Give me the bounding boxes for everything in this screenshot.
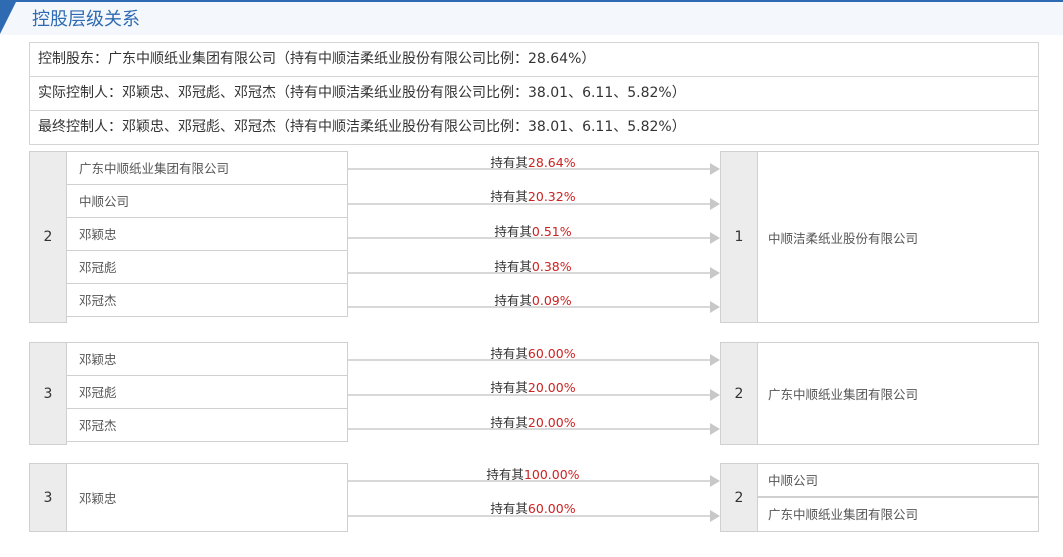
arrow-head-icon	[710, 475, 720, 487]
holder-item[interactable]: 邓冠彪	[66, 375, 348, 409]
holder-list: 邓颖忠 邓冠彪 邓冠杰	[66, 342, 348, 442]
control-summary: 控制股东：广东中顺纸业集团有限公司（持有中顺洁柔纸业股份有限公司比例：28.64…	[29, 42, 1039, 145]
holding-arrow	[348, 510, 720, 522]
holder-item[interactable]: 邓冠彪	[66, 250, 348, 284]
holding-arrow	[348, 267, 720, 279]
arrow-head-icon	[710, 301, 720, 313]
target-level: 2	[720, 463, 758, 532]
holder-level: 3	[29, 463, 67, 532]
section-title: 控股层级关系	[32, 9, 140, 30]
hierarchy-block-2: 3 邓颖忠 邓冠彪 邓冠杰 持有其60.00% 持有其20.00% 持有其20.…	[29, 342, 1039, 445]
arrow-head-icon	[710, 423, 720, 435]
holding-arrow	[348, 475, 720, 487]
holding-arrow	[348, 301, 720, 313]
holding-arrow	[348, 232, 720, 244]
holder-item[interactable]: 中顺公司	[66, 184, 348, 218]
holder-item[interactable]: 广东中顺纸业集团有限公司	[66, 151, 348, 185]
ultimate-controller-row: 最终控制人：邓颖忠、邓冠彪、邓冠杰（持有中顺洁柔纸业股份有限公司比例：38.01…	[29, 110, 1039, 145]
holder-list: 邓颖忠	[66, 463, 348, 532]
header-tab-marker	[0, 2, 16, 34]
holder-item[interactable]: 邓颖忠	[66, 342, 348, 376]
holding-arrow	[348, 198, 720, 210]
target-company[interactable]: 广东中顺纸业集团有限公司	[757, 342, 1039, 445]
hierarchy-block-3: 3 邓颖忠 持有其100.00% 持有其60.00% 2 中顺公司 广东中顺纸业…	[29, 463, 1039, 532]
holder-item[interactable]: 邓颖忠	[66, 217, 348, 251]
hierarchy-block-1: 2 广东中顺纸业集团有限公司 中顺公司 邓颖忠 邓冠彪 邓冠杰 持有其28.64…	[29, 151, 1039, 323]
holding-arrow	[348, 423, 720, 435]
holding-arrow	[348, 389, 720, 401]
target-company[interactable]: 中顺洁柔纸业股份有限公司	[757, 151, 1039, 323]
target-level: 1	[720, 151, 758, 323]
holder-level: 2	[29, 151, 67, 323]
holding-percent: 20.00%	[527, 380, 576, 395]
arrow-head-icon	[710, 163, 720, 175]
actual-controller-row: 实际控制人：邓颖忠、邓冠彪、邓冠杰（持有中顺洁柔纸业股份有限公司比例：38.01…	[29, 76, 1039, 111]
holding-arrow	[348, 354, 720, 366]
arrow-head-icon	[710, 389, 720, 401]
arrow-head-icon	[710, 510, 720, 522]
holding-percent: 20.32%	[527, 189, 576, 204]
section-header: 控股层级关系	[0, 0, 1063, 35]
arrow-head-icon	[710, 198, 720, 210]
holding-arrow	[348, 163, 720, 175]
holder-item[interactable]: 邓冠杰	[66, 283, 348, 317]
target-company[interactable]: 广东中顺纸业集团有限公司	[757, 497, 1039, 532]
target-level: 2	[720, 342, 758, 445]
target-company[interactable]: 中顺公司	[757, 463, 1039, 497]
holder-item[interactable]: 邓颖忠	[66, 463, 348, 532]
arrow-head-icon	[710, 267, 720, 279]
holding-percent: 60.00%	[527, 501, 576, 516]
arrow-head-icon	[710, 354, 720, 366]
arrow-head-icon	[710, 232, 720, 244]
holder-item[interactable]: 邓冠杰	[66, 408, 348, 442]
controlling-shareholder-row: 控制股东：广东中顺纸业集团有限公司（持有中顺洁柔纸业股份有限公司比例：28.64…	[29, 42, 1039, 77]
holder-list: 广东中顺纸业集团有限公司 中顺公司 邓颖忠 邓冠彪 邓冠杰	[66, 151, 348, 317]
holder-level: 3	[29, 342, 67, 445]
